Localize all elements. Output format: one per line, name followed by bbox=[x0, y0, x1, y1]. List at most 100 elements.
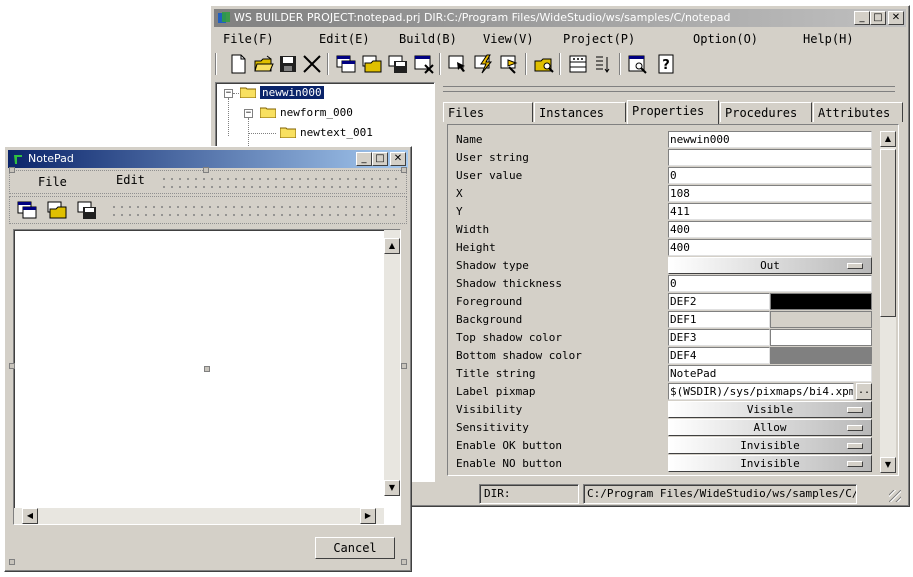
resize-handle-top-left[interactable] bbox=[9, 167, 15, 173]
property-scrollbar[interactable]: ▲ ▼ bbox=[880, 131, 896, 473]
resize-handle-top[interactable] bbox=[203, 167, 209, 173]
color-swatch[interactable] bbox=[770, 293, 872, 310]
resize-handle-top-right[interactable] bbox=[401, 167, 407, 173]
menu-build[interactable]: Build(B) bbox=[399, 32, 457, 46]
tree-expander[interactable]: − bbox=[224, 89, 233, 98]
property-value-field[interactable]: newwin000 bbox=[668, 131, 872, 148]
scroll-down-button[interactable]: ▼ bbox=[384, 480, 400, 496]
property-option-button[interactable]: Out bbox=[668, 257, 872, 274]
close-window-icon[interactable] bbox=[413, 53, 435, 75]
browse-button[interactable]: .. bbox=[856, 383, 872, 400]
tree-node-newwin000[interactable]: newwin000 bbox=[240, 85, 324, 101]
scroll-left-button[interactable]: ◀ bbox=[22, 508, 38, 524]
property-value-field[interactable]: 108 bbox=[668, 185, 872, 202]
tree-node-newtext-001[interactable]: newtext_001 bbox=[280, 125, 373, 141]
new-window-icon[interactable] bbox=[16, 199, 38, 221]
menu-project[interactable]: Project(P) bbox=[563, 32, 635, 46]
new-window-icon[interactable] bbox=[335, 53, 357, 75]
save-window-icon[interactable] bbox=[387, 53, 409, 75]
maximize-button[interactable]: □ bbox=[870, 11, 886, 25]
cancel-button[interactable]: Cancel bbox=[315, 537, 395, 559]
menu-option[interactable]: Option(O) bbox=[693, 32, 758, 46]
scroll-right-button[interactable]: ▶ bbox=[360, 508, 376, 524]
open-window-icon[interactable] bbox=[361, 53, 383, 75]
horizontal-scrollbar[interactable]: ◀ ▶ bbox=[14, 508, 384, 524]
menu-file[interactable]: File bbox=[38, 175, 67, 189]
menu-file[interactable]: File(F) bbox=[223, 32, 274, 46]
scroll-up-button[interactable]: ▲ bbox=[880, 131, 896, 147]
menu-view[interactable]: View(V) bbox=[483, 32, 534, 46]
property-option-button[interactable]: Visible bbox=[668, 401, 872, 418]
menu-help[interactable]: Help(H) bbox=[803, 32, 854, 46]
toolbar-separator bbox=[559, 53, 561, 75]
color-swatch[interactable] bbox=[770, 347, 872, 364]
open-folder-icon[interactable] bbox=[253, 53, 275, 75]
search-folder-icon[interactable] bbox=[533, 53, 555, 75]
scroll-thumb[interactable] bbox=[880, 149, 896, 317]
save-icon[interactable] bbox=[277, 53, 299, 75]
property-value-field[interactable]: DEF4 bbox=[668, 347, 770, 364]
property-option-button[interactable]: Allow bbox=[668, 419, 872, 436]
minimize-button[interactable]: _ bbox=[854, 11, 870, 25]
new-file-icon[interactable] bbox=[227, 53, 249, 75]
resize-handle-bottom-left[interactable] bbox=[9, 559, 15, 565]
property-value-field[interactable] bbox=[668, 149, 872, 166]
tree-node-newform-000[interactable]: newform_000 bbox=[260, 105, 353, 121]
menu-edit[interactable]: Edit(E) bbox=[319, 32, 370, 46]
tree-label: newform_000 bbox=[280, 106, 353, 119]
tree-expander[interactable]: − bbox=[244, 109, 253, 118]
build-icon[interactable] bbox=[473, 53, 495, 75]
property-value-field[interactable]: NotePad bbox=[668, 365, 872, 382]
property-value-field[interactable]: 400 bbox=[668, 239, 872, 256]
maximize-button[interactable]: □ bbox=[372, 152, 388, 166]
tab-instances[interactable]: Instances bbox=[534, 102, 626, 122]
property-option-button[interactable]: Invisible bbox=[668, 455, 872, 472]
notepad-titlebar[interactable]: NotePad _ □ ✕ bbox=[8, 150, 408, 168]
resize-handle-bottom-right[interactable] bbox=[401, 559, 407, 565]
color-swatch[interactable] bbox=[770, 329, 872, 346]
save-window-icon[interactable] bbox=[76, 199, 98, 221]
property-option-button[interactable]: Invisible bbox=[668, 437, 872, 454]
close-button[interactable]: ✕ bbox=[390, 152, 406, 166]
preview-icon[interactable] bbox=[627, 53, 649, 75]
align-icon[interactable] bbox=[593, 53, 615, 75]
tab-properties[interactable]: Properties bbox=[627, 100, 719, 124]
close-button[interactable]: ✕ bbox=[888, 11, 904, 25]
property-value-field[interactable]: DEF1 bbox=[668, 311, 770, 328]
app-icon bbox=[14, 155, 22, 164]
toolbar-grip bbox=[215, 53, 217, 75]
menu-dotted-fill bbox=[160, 175, 400, 191]
property-value-field[interactable]: DEF3 bbox=[668, 329, 770, 346]
resize-handle-left[interactable] bbox=[9, 363, 15, 369]
property-value-field[interactable]: 0 bbox=[668, 275, 872, 292]
property-value-field[interactable]: 0 bbox=[668, 167, 872, 184]
property-value-field[interactable]: 400 bbox=[668, 221, 872, 238]
panel-splitter[interactable] bbox=[443, 86, 895, 92]
vertical-scrollbar[interactable]: ▲ ▼ bbox=[384, 230, 400, 496]
open-window-icon[interactable] bbox=[46, 199, 68, 221]
run-icon[interactable] bbox=[499, 53, 521, 75]
tab-attributes[interactable]: Attributes bbox=[813, 102, 903, 122]
cut-icon[interactable] bbox=[301, 53, 323, 75]
resize-grip[interactable] bbox=[889, 490, 901, 502]
svg-text:?: ? bbox=[662, 58, 670, 73]
help-icon[interactable]: ? bbox=[655, 53, 677, 75]
builder-titlebar[interactable]: WS BUILDER PROJECT:notepad.prj DIR:C:/Pr… bbox=[214, 9, 906, 27]
property-label: Enable NO button bbox=[456, 457, 562, 470]
grid-icon[interactable] bbox=[567, 53, 589, 75]
scroll-up-button[interactable]: ▲ bbox=[384, 238, 400, 254]
minimize-button[interactable]: _ bbox=[356, 152, 372, 166]
resize-handle-right[interactable] bbox=[401, 363, 407, 369]
select-icon[interactable] bbox=[447, 53, 469, 75]
menu-edit[interactable]: Edit bbox=[116, 173, 145, 187]
toolbar-separator bbox=[439, 53, 441, 75]
color-swatch[interactable] bbox=[770, 311, 872, 328]
tab-procedures[interactable]: Procedures bbox=[720, 102, 812, 122]
property-value-field[interactable]: DEF2 bbox=[668, 293, 770, 310]
scroll-down-button[interactable]: ▼ bbox=[880, 457, 896, 473]
property-value-field[interactable]: $(WSDIR)/sys/pixmaps/bi4.xpm bbox=[668, 383, 854, 400]
tab-files[interactable]: Files bbox=[443, 102, 533, 122]
notepad-text-area[interactable]: ▲ ▼ ◀ ▶ bbox=[13, 229, 401, 525]
property-value-field[interactable]: 411 bbox=[668, 203, 872, 220]
selection-handle[interactable] bbox=[204, 366, 210, 372]
